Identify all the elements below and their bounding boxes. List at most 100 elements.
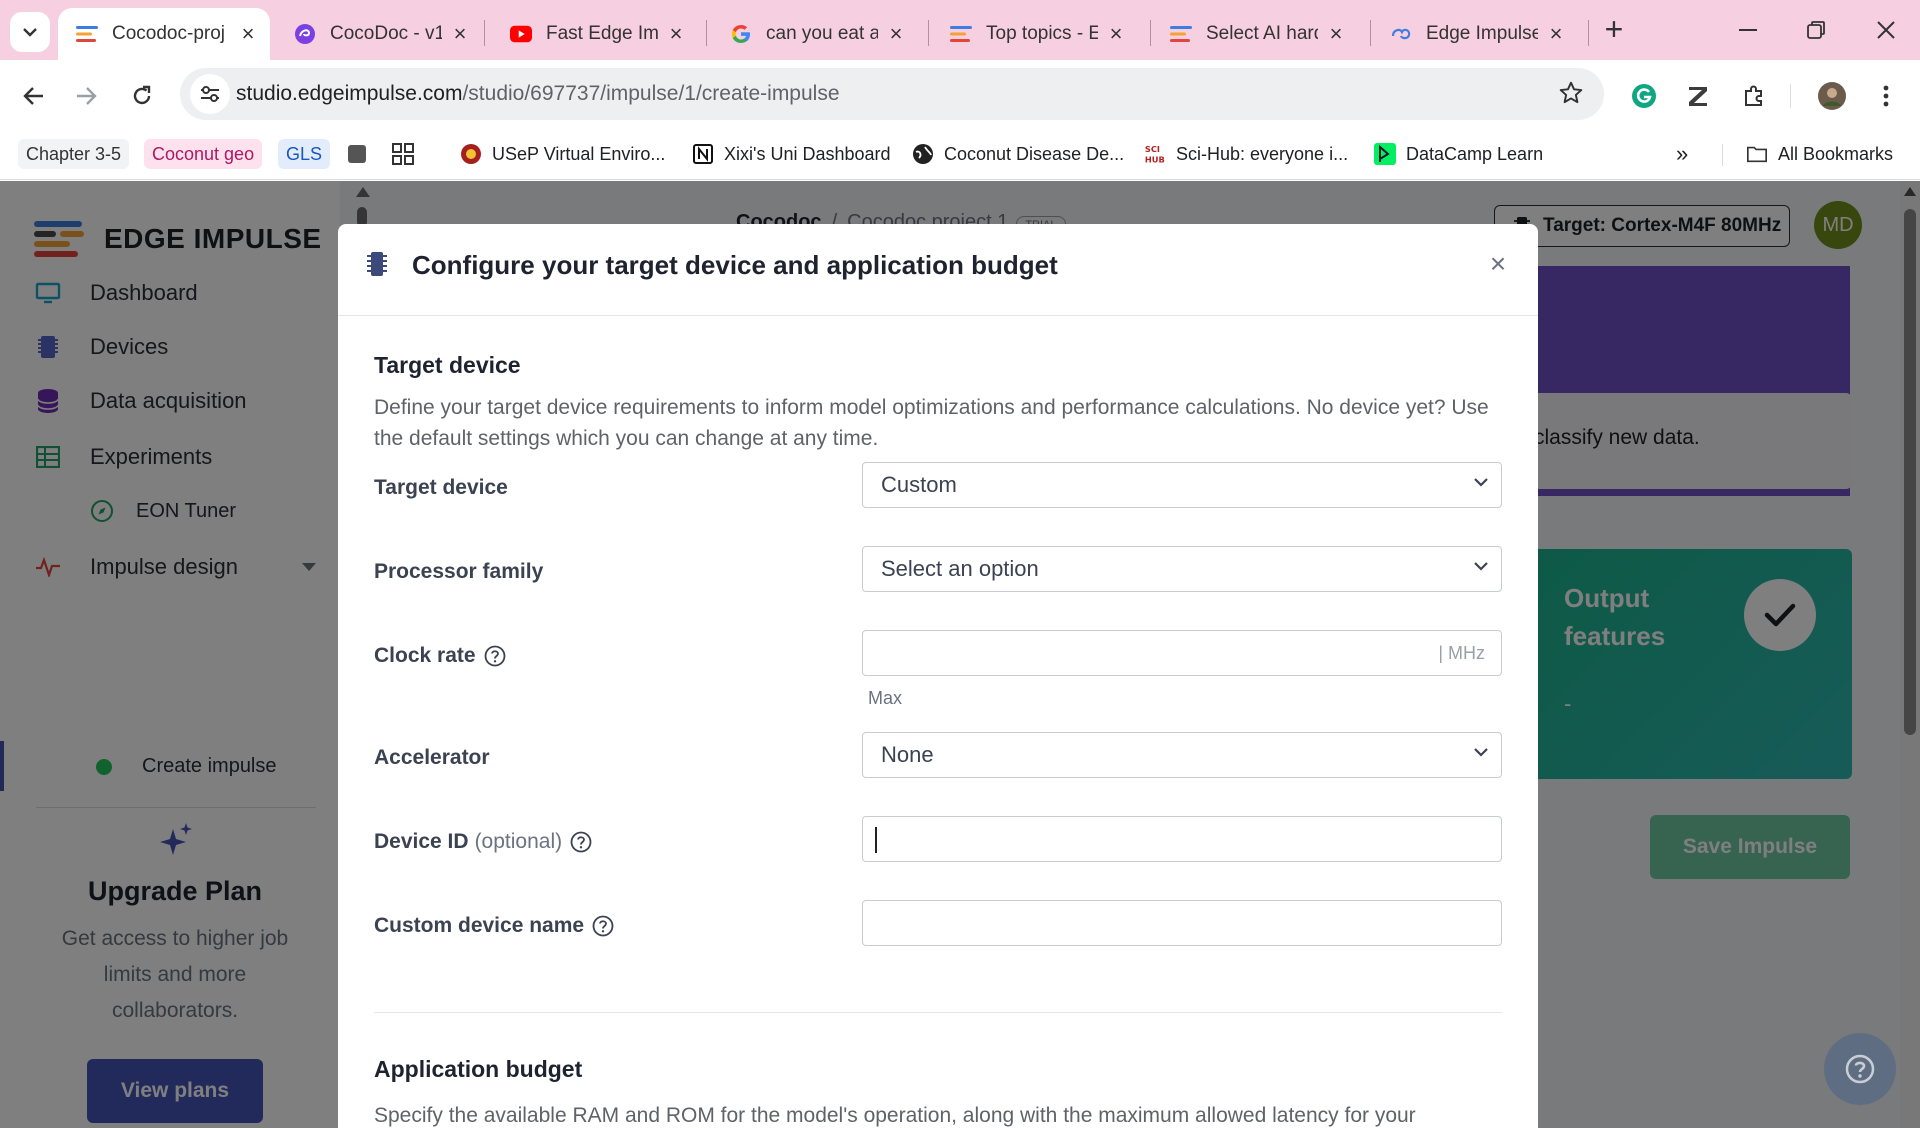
tab-strip: Cocodoc-proj × CocoDoc - v10 × Fast Edge… bbox=[0, 0, 1920, 60]
tab-close-icon[interactable]: × bbox=[1106, 21, 1126, 47]
tab-top-topics[interactable]: Top topics - Ec × bbox=[932, 8, 1138, 60]
configure-target-modal: Configure your target device and applica… bbox=[338, 224, 1538, 1128]
edge-impulse-favicon bbox=[1170, 23, 1192, 45]
target-device-description: Define your target device requirements t… bbox=[374, 396, 1489, 450]
tab-close-icon[interactable]: × bbox=[886, 21, 906, 47]
tab-close-icon[interactable]: × bbox=[238, 21, 258, 47]
help-circle-icon[interactable] bbox=[592, 915, 614, 937]
bookmark-datacamp[interactable]: DataCamp Learn bbox=[1374, 138, 1543, 170]
url-path: /studio/697737/impulse/1/create-impulse bbox=[462, 82, 840, 105]
notion-icon bbox=[692, 143, 714, 165]
help-button[interactable] bbox=[1824, 1033, 1896, 1105]
field-label: Custom device name bbox=[374, 914, 585, 937]
tab-select-ai-hardware[interactable]: Select AI hard × bbox=[1152, 8, 1358, 60]
toolbar-divider bbox=[1790, 84, 1791, 108]
site-info-button[interactable] bbox=[190, 74, 230, 114]
tab-close-icon[interactable]: × bbox=[1546, 21, 1566, 47]
forward-button[interactable] bbox=[68, 78, 104, 114]
tab-separator bbox=[928, 20, 929, 46]
custom-device-name-input[interactable] bbox=[862, 900, 1502, 946]
bookmark-coconut-disease[interactable]: Coconut Disease De... bbox=[912, 138, 1124, 170]
select-value: Custom bbox=[881, 472, 957, 497]
youtube-favicon bbox=[510, 23, 532, 45]
edge-impulse-favicon bbox=[76, 23, 98, 45]
square-icon bbox=[346, 143, 368, 165]
bookmarks-bar: Chapter 3-5 Coconut geo GLS USeP Virtual… bbox=[0, 130, 1920, 180]
bookmark-gls[interactable]: GLS bbox=[278, 138, 331, 170]
extensions-button[interactable] bbox=[1736, 78, 1772, 114]
profile-button[interactable] bbox=[1814, 78, 1850, 114]
new-tab-button[interactable]: + bbox=[1596, 12, 1632, 48]
bookmark-square[interactable] bbox=[346, 138, 378, 170]
bookmark-coconut-geo[interactable]: Coconut geo bbox=[144, 138, 263, 170]
all-bookmarks-label: All Bookmarks bbox=[1778, 143, 1894, 164]
tab-google[interactable]: can you eat a × bbox=[712, 8, 918, 60]
custom-device-name-label: Custom device name bbox=[374, 914, 614, 938]
zotero-extension[interactable] bbox=[1680, 78, 1716, 114]
browser-toolbar: studio.edgeimpulse.com/studio/697737/imp… bbox=[0, 60, 1920, 130]
modal-close-button[interactable]: × bbox=[1480, 246, 1516, 282]
tab-close-icon[interactable]: × bbox=[450, 21, 470, 47]
help-circle-icon[interactable] bbox=[570, 831, 592, 853]
back-button[interactable] bbox=[16, 78, 52, 114]
bookmark-xixi-dashboard[interactable]: Xixi's Uni Dashboard bbox=[692, 138, 891, 170]
bookmark-chapter-3-5[interactable]: Chapter 3-5 bbox=[18, 138, 130, 170]
usep-favicon bbox=[460, 143, 482, 165]
tab-separator bbox=[1370, 20, 1371, 46]
bookmark-apps[interactable] bbox=[392, 138, 424, 170]
tab-youtube[interactable]: Fast Edge Imp × bbox=[492, 8, 698, 60]
bookmark-label: GLS bbox=[278, 139, 331, 169]
more-bookmarks-button[interactable]: » bbox=[1676, 138, 1688, 170]
browser-menu-button[interactable] bbox=[1868, 78, 1904, 114]
tab-cocodoc-project[interactable]: Cocodoc-proj × bbox=[58, 8, 270, 60]
kebab-menu-icon bbox=[1883, 85, 1889, 107]
bookmark-star-icon[interactable] bbox=[1558, 80, 1584, 111]
minimize-icon bbox=[1739, 29, 1757, 31]
target-device-select[interactable]: Custom bbox=[862, 462, 1502, 508]
zotero-icon bbox=[1689, 87, 1707, 106]
accelerator-select[interactable]: None bbox=[862, 732, 1502, 778]
reload-button[interactable] bbox=[124, 78, 160, 114]
close-window-button[interactable] bbox=[1858, 10, 1914, 50]
grammarly-extension[interactable] bbox=[1626, 78, 1662, 114]
arrow-right-icon bbox=[77, 87, 97, 105]
tab-title: Select AI hard bbox=[1206, 23, 1318, 44]
clock-rate-input[interactable]: | MHz bbox=[862, 630, 1502, 676]
tab-title: Fast Edge Imp bbox=[546, 23, 658, 44]
tab-separator bbox=[484, 20, 485, 46]
chevron-down-icon bbox=[1474, 478, 1488, 487]
processor-family-select[interactable]: Select an option bbox=[862, 546, 1502, 592]
clock-rate-label: Clock rate bbox=[374, 644, 506, 668]
apps-grid-icon bbox=[392, 143, 414, 165]
address-bar[interactable]: studio.edgeimpulse.com/studio/697737/imp… bbox=[180, 68, 1604, 120]
globe-icon bbox=[912, 143, 934, 165]
more-bookmarks-label: » bbox=[1676, 141, 1689, 166]
tab-close-icon[interactable]: × bbox=[1326, 21, 1346, 47]
tab-cocodoc[interactable]: CocoDoc - v10 × bbox=[276, 8, 482, 60]
tab-search-button[interactable] bbox=[10, 12, 50, 52]
chevron-down-icon bbox=[1474, 748, 1488, 757]
bookmark-usep[interactable]: USeP Virtual Enviro... bbox=[460, 138, 665, 170]
help-circle-icon[interactable] bbox=[484, 645, 506, 667]
grammarly-icon bbox=[1632, 84, 1656, 108]
field-label: Accelerator bbox=[374, 746, 490, 769]
url-text: studio.edgeimpulse.com/studio/697737/imp… bbox=[236, 82, 840, 106]
field-label: Clock rate bbox=[374, 644, 476, 667]
all-bookmarks-button[interactable]: All Bookmarks bbox=[1746, 138, 1893, 170]
puzzle-icon bbox=[1745, 85, 1762, 106]
folder-icon bbox=[1746, 143, 1768, 165]
bookmark-scihub[interactable]: SCI HUB Sci-Hub: everyone i... bbox=[1144, 138, 1348, 170]
application-budget-description: Specify the available RAM and ROM for th… bbox=[374, 1104, 1416, 1127]
minimize-button[interactable] bbox=[1720, 10, 1776, 50]
tab-close-icon[interactable]: × bbox=[666, 21, 686, 47]
device-id-input[interactable] bbox=[862, 816, 1502, 862]
scihub-icon: SCI HUB bbox=[1144, 143, 1166, 165]
processor-family-label: Processor family bbox=[374, 560, 543, 584]
bookmarks-divider bbox=[1722, 144, 1723, 166]
bookmark-label: Sci-Hub: everyone i... bbox=[1176, 143, 1349, 164]
bookmark-label: Coconut Disease De... bbox=[944, 143, 1125, 164]
restore-button[interactable] bbox=[1788, 10, 1844, 50]
tab-title: Edge Impulse bbox=[1426, 23, 1538, 44]
tab-edge-impulse-docs[interactable]: Edge Impulse × bbox=[1372, 8, 1578, 60]
arrow-left-icon bbox=[23, 87, 43, 105]
